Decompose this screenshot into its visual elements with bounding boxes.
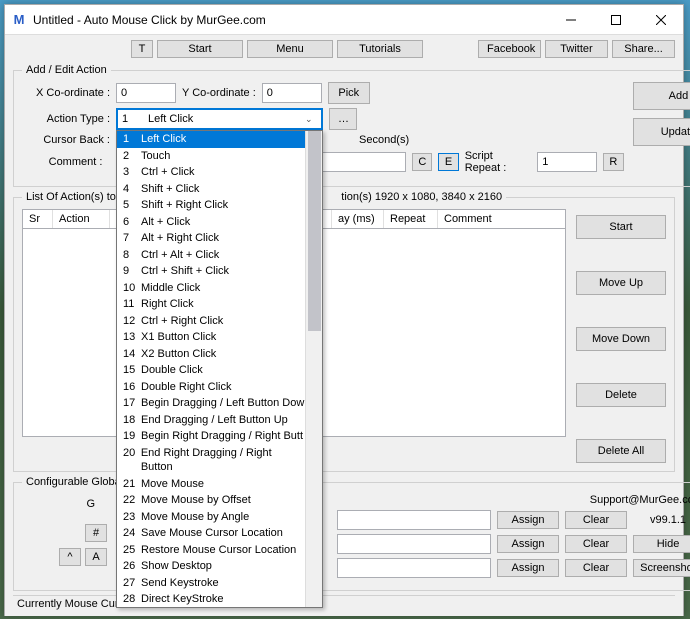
a-button[interactable]: A (85, 548, 107, 566)
y-input[interactable] (262, 83, 322, 103)
assign-input-1[interactable] (337, 510, 491, 530)
y-label: Y Co-ordinate : (182, 87, 256, 99)
assign-button-1[interactable]: Assign (497, 511, 559, 529)
comment-label: Comment : (22, 156, 102, 168)
cursor-back-label: Cursor Back : (22, 134, 110, 146)
dropdown-option[interactable]: 14X2 Button Click (117, 346, 307, 363)
g-label: G (86, 498, 95, 510)
r-button[interactable]: R (603, 153, 623, 171)
dropdown-option[interactable]: 15Double Click (117, 362, 307, 379)
dropdown-option[interactable]: 18End Dragging / Left Button Up (117, 412, 307, 429)
hide-button[interactable]: Hide (633, 535, 690, 553)
dropdown-option[interactable]: 23Move Mouse by Angle (117, 509, 307, 526)
dropdown-option[interactable]: 4Shift + Click (117, 181, 307, 198)
facebook-button[interactable]: Facebook (478, 40, 541, 58)
global-legend: Configurable Globa (22, 476, 125, 488)
dropdown-option[interactable]: 27Send Keystroke (117, 575, 307, 592)
dropdown-option[interactable]: 17Begin Dragging / Left Button Dow (117, 395, 307, 412)
dropdown-option[interactable]: 28Direct KeyStroke (117, 591, 307, 608)
window-title: Untitled - Auto Mouse Click by MurGee.co… (33, 13, 548, 27)
list-fieldset: List Of Action(s) to Etion(s) 1920 x 108… (13, 191, 675, 472)
clear-button-1[interactable]: Clear (565, 511, 627, 529)
dropdown-scrollbar[interactable] (305, 131, 322, 607)
delete-button[interactable]: Delete (576, 383, 666, 407)
ellipsis-button[interactable]: … (329, 108, 357, 130)
minimize-button[interactable] (548, 5, 593, 34)
dropdown-option[interactable]: 16Double Right Click (117, 379, 307, 396)
screenshot-button[interactable]: Screenshot (633, 559, 690, 577)
dropdown-option[interactable]: 22Move Mouse by Offset (117, 492, 307, 509)
assign-button-3[interactable]: Assign (497, 559, 559, 577)
dropdown-option[interactable]: 5Shift + Right Click (117, 197, 307, 214)
x-label: X Co-ordinate : (22, 87, 110, 99)
t-button[interactable]: T (131, 40, 153, 58)
maximize-button[interactable] (593, 5, 638, 34)
dropdown-option[interactable]: 6Alt + Click (117, 214, 307, 231)
move-down-button[interactable]: Move Down (576, 327, 666, 351)
clear-button-2[interactable]: Clear (565, 535, 627, 553)
chevron-down-icon: ⌄ (305, 114, 317, 125)
add-edit-legend: Add / Edit Action (22, 64, 111, 76)
twitter-button[interactable]: Twitter (545, 40, 608, 58)
add-edit-fieldset: Add / Edit Action X Co-ordinate : Y Co-o… (13, 64, 690, 187)
share-button[interactable]: Share... (612, 40, 675, 58)
dropdown-option[interactable]: 8Ctrl + Alt + Click (117, 247, 307, 264)
dropdown-option[interactable]: 11Right Click (117, 296, 307, 313)
script-repeat-input[interactable] (537, 152, 597, 172)
caret-button[interactable]: ^ (59, 548, 81, 566)
col-comment[interactable]: Comment (438, 210, 565, 228)
support-link[interactable]: Support@MurGee.com (337, 494, 690, 506)
dropdown-option[interactable]: 12Ctrl + Right Click (117, 313, 307, 330)
menu-button[interactable]: Menu (247, 40, 333, 58)
e-button[interactable]: E (438, 153, 458, 171)
clear-button-3[interactable]: Clear (565, 559, 627, 577)
close-button[interactable] (638, 5, 683, 34)
dropdown-option[interactable]: 25Restore Mouse Cursor Location (117, 542, 307, 559)
start-button[interactable]: Start (576, 215, 666, 239)
x-input[interactable] (116, 83, 176, 103)
status-bar: Currently Mouse Cur (13, 595, 675, 612)
hash-button[interactable]: # (85, 524, 107, 542)
scrollbar-thumb[interactable] (308, 131, 321, 331)
assign-button-2[interactable]: Assign (497, 535, 559, 553)
move-up-button[interactable]: Move Up (576, 271, 666, 295)
dropdown-option[interactable]: 3Ctrl + Click (117, 164, 307, 181)
dropdown-option[interactable]: 29Hot Key (117, 608, 307, 609)
dropdown-option[interactable]: 20End Right Dragging / Right Button (117, 445, 307, 476)
version-label: v99.1.1 (633, 512, 690, 528)
global-fieldset: Configurable Globa G # ^ A Support@MurGe… (13, 476, 690, 591)
assign-input-2[interactable] (337, 534, 491, 554)
col-sr[interactable]: Sr (23, 210, 53, 228)
pick-button[interactable]: Pick (328, 82, 370, 104)
col-repeat[interactable]: Repeat (384, 210, 438, 228)
add-button[interactable]: Add (633, 82, 690, 110)
titlebar: M Untitled - Auto Mouse Click by MurGee.… (5, 5, 683, 35)
assign-input-3[interactable] (337, 558, 491, 578)
action-type-select[interactable]: 1 Left Click ⌄ (116, 108, 323, 130)
c-button[interactable]: C (412, 153, 432, 171)
col-delay[interactable]: ay (ms) (332, 210, 384, 228)
update-button[interactable]: Update (633, 118, 690, 146)
app-icon: M (11, 12, 27, 28)
start-button-top[interactable]: Start (157, 40, 243, 58)
dropdown-option[interactable]: 24Save Mouse Cursor Location (117, 525, 307, 542)
dropdown-option[interactable]: 9Ctrl + Shift + Click (117, 263, 307, 280)
dropdown-option[interactable]: 13X1 Button Click (117, 329, 307, 346)
dropdown-option[interactable]: 7Alt + Right Click (117, 230, 307, 247)
delete-all-button[interactable]: Delete All (576, 439, 666, 463)
seconds-label: Second(s) (359, 134, 409, 146)
dropdown-option[interactable]: 1Left Click (117, 131, 307, 148)
dropdown-option[interactable]: 19Begin Right Dragging / Right Butt (117, 428, 307, 445)
script-repeat-label: Script Repeat : (465, 150, 532, 174)
action-type-dropdown[interactable]: 1Left Click2Touch3Ctrl + Click4Shift + C… (116, 130, 323, 608)
dropdown-option[interactable]: 26Show Desktop (117, 558, 307, 575)
tutorials-button[interactable]: Tutorials (337, 40, 423, 58)
dropdown-option[interactable]: 2Touch (117, 148, 307, 165)
col-action[interactable]: Action (53, 210, 110, 228)
dropdown-option[interactable]: 21Move Mouse (117, 476, 307, 493)
action-type-label: Action Type : (22, 113, 110, 125)
dropdown-option[interactable]: 10Middle Click (117, 280, 307, 297)
